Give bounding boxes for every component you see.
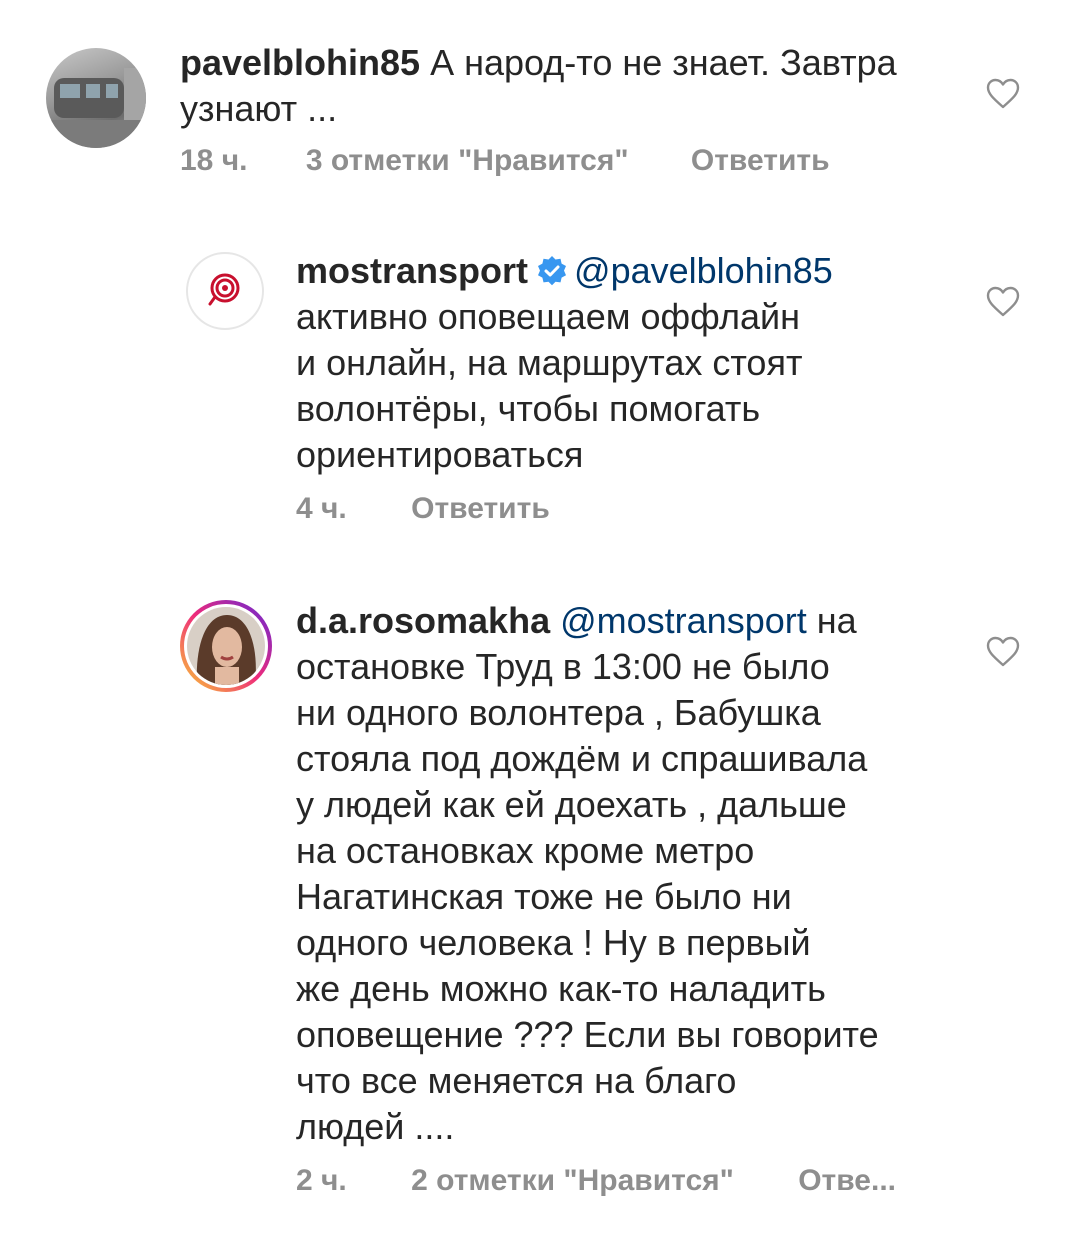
comment-mostransport: mostransport @pavelblohin85 активно опов… <box>0 230 1080 550</box>
comment-body-line: людей .... <box>296 1106 455 1147</box>
comment-body-line: остановке Труд в 13:00 не было <box>296 646 830 687</box>
comment-body-line: ни одного волонтера , Бабушка <box>296 692 821 733</box>
comment-time: 2 ч. <box>296 1164 347 1197</box>
train-photo-icon <box>46 68 146 148</box>
comment-time: 18 ч. <box>180 144 248 177</box>
heart-icon[interactable] <box>986 636 1020 668</box>
comment-body-line: активно оповещаем оффлайн <box>296 296 800 337</box>
reply-button[interactable]: Отве... <box>798 1164 896 1198</box>
mention-link[interactable]: @pavelblohin85 <box>574 250 833 291</box>
comment-body-line: узнают ... <box>180 88 338 129</box>
comment-text: mostransport @pavelblohin85 активно опов… <box>296 248 833 478</box>
comment-d-a-rosomakha: d.a.rosomakha @mostransport на остановке… <box>0 580 1080 1247</box>
comment-time: 4 ч. <box>296 492 347 525</box>
username[interactable]: pavelblohin85 <box>180 42 420 83</box>
heart-icon[interactable] <box>986 78 1020 110</box>
likes-count[interactable]: 3 отметки "Нравится" <box>306 144 629 178</box>
comment-body-line: Нагатинская тоже не было ни <box>296 876 792 917</box>
comment-pavelblohin85: pavelblohin85 А народ-то не знает. Завтр… <box>0 0 1080 210</box>
comment-body-line: и онлайн, на маршрутах стоят <box>296 342 803 383</box>
reply-button[interactable]: Ответить <box>691 144 830 178</box>
comment-body-line: на остановках кроме метро <box>296 830 755 871</box>
reply-button[interactable]: Ответить <box>411 492 550 526</box>
comment-meta: 18 ч. 3 отметки "Нравится" Ответить <box>180 144 830 178</box>
comment-text: pavelblohin85 А народ-то не знает. Завтр… <box>180 40 897 132</box>
comment-body-line: ориентироваться <box>296 434 584 475</box>
comment-body-line: на <box>816 600 857 641</box>
comment-text: d.a.rosomakha @mostransport на остановке… <box>296 598 879 1150</box>
comment-meta: 4 ч. Ответить <box>296 492 550 526</box>
comment-meta: 2 ч. 2 отметки "Нравится" Отве... <box>296 1164 896 1198</box>
verified-badge-icon <box>538 256 567 286</box>
username[interactable]: d.a.rosomakha <box>296 600 550 641</box>
profile-photo-icon <box>187 607 265 685</box>
comment-body-line: А народ-то не знает. Завтра <box>430 42 897 83</box>
heart-icon[interactable] <box>986 286 1020 318</box>
comment-body-line: одного человека ! Ну в первый <box>296 922 811 963</box>
username[interactable]: mostransport <box>296 250 528 291</box>
comment-body-line: волонтёры, чтобы помогать <box>296 388 761 429</box>
avatar-pavelblohin85[interactable] <box>46 48 146 148</box>
comment-body-line: же день можно как-то наладить <box>296 968 826 1009</box>
avatar-d-a-rosomakha[interactable] <box>180 600 272 692</box>
comment-body-line: у людей как ей доехать , дальше <box>296 784 847 825</box>
comment-body-line: оповещение ??? Если вы говорите <box>296 1014 879 1055</box>
mention-link[interactable]: @mostransport <box>560 600 807 641</box>
avatar-mostransport[interactable] <box>186 252 264 330</box>
likes-count[interactable]: 2 отметки "Нравится" <box>411 1164 734 1198</box>
comment-body-line: что все меняется на благо <box>296 1060 737 1101</box>
comment-body-line: стояла под дождём и спрашивала <box>296 738 868 779</box>
mostransport-logo-icon <box>208 273 240 306</box>
